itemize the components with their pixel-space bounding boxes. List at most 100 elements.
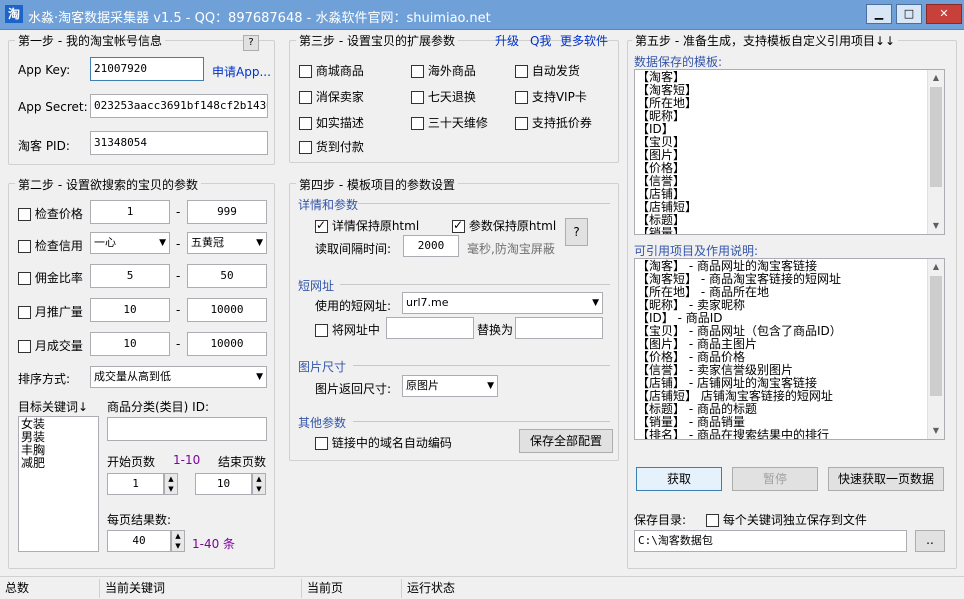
option-overseas-goods[interactable]: 海外商品 <box>411 62 476 79</box>
sort-select[interactable]: 成交量从高到低 ▼ <box>90 366 267 388</box>
save-per-keyword-checkbox[interactable]: 每个关键词独立保存到文件 <box>706 511 867 528</box>
commission-max-input[interactable]: 50 <box>187 264 267 288</box>
scroll-thumb[interactable] <box>930 87 942 187</box>
replace-to-input[interactable] <box>515 317 603 339</box>
monthly-deal-checkbox[interactable]: 月成交量 <box>18 337 83 354</box>
check-price-checkbox[interactable]: 检查价格 <box>18 205 83 222</box>
status-total: 总数 <box>0 579 100 598</box>
scroll-thumb[interactable] <box>930 276 942 396</box>
commission-checkbox[interactable]: 佣金比率 <box>18 269 83 286</box>
contact-qq-link[interactable]: Q我 <box>530 32 551 49</box>
price-min-input[interactable]: 1 <box>90 200 170 224</box>
dash: - <box>176 337 181 351</box>
app-secret-input[interactable]: 023253aacc3691bf148cf2b14306c <box>90 94 268 118</box>
end-page-stepper[interactable]: ▲ ▼ <box>252 473 266 495</box>
template-textarea[interactable]: 【淘客】 【淘客短】 【所在地】 【昵称】 【ID】 【宝贝】 【图片】 【价格… <box>634 69 945 235</box>
refs-textarea[interactable]: 【淘客】 - 商品网址的淘宝客链接 【淘客短】 - 商品淘宝客链接的短网址 【所… <box>634 258 945 440</box>
end-page-label: 结束页数 <box>218 455 267 469</box>
option-auto-ship[interactable]: 自动发货 <box>515 62 580 79</box>
scroll-down-icon[interactable]: ▼ <box>928 423 944 439</box>
divider <box>353 365 610 366</box>
title-bar[interactable]: 淘 水淼·淘客数据采集器 v1.5 - QQ：897687648 - 水淼软件官… <box>0 0 964 30</box>
step4-help-button[interactable]: ? <box>565 218 588 246</box>
list-item[interactable]: 减肥 <box>21 457 96 470</box>
image-size-select[interactable]: 原图片 ▼ <box>402 375 498 397</box>
browse-button[interactable]: .. <box>915 530 945 552</box>
start-page-stepper[interactable]: ▲ ▼ <box>164 473 178 495</box>
scroll-down-icon[interactable]: ▼ <box>928 218 944 234</box>
template-line: 【昵称】 <box>637 109 686 123</box>
other-section-title: 其他参数 <box>298 416 347 430</box>
monthly-promo-checkbox[interactable]: 月推广量 <box>18 303 83 320</box>
option-coupon[interactable]: 支持抵价券 <box>515 114 592 131</box>
category-input[interactable] <box>107 417 267 441</box>
status-run-state: 运行状态 <box>407 581 456 595</box>
template-scrollbar[interactable]: ▲ ▼ <box>927 70 944 234</box>
keywords-label: 目标关键词↓ <box>18 400 89 414</box>
pid-input[interactable]: 31348054 <box>90 131 268 155</box>
step5-legend: 第五步 - 准备生成，支持模板自定义引用项目↓↓ <box>632 32 899 49</box>
page-range-hint: 1-10 <box>173 453 201 467</box>
status-current-keyword: 当前关键词 <box>100 579 302 598</box>
short-url-select[interactable]: url7.me ▼ <box>402 292 603 314</box>
step4-legend: 第四步 - 模板项目的参数设置 <box>296 176 458 193</box>
close-button[interactable]: ✕ <box>926 4 962 24</box>
price-max-input[interactable]: 999 <box>187 200 267 224</box>
apply-app-link[interactable]: 申请App... <box>212 63 271 80</box>
option-vip-card[interactable]: 支持VIP卡 <box>515 88 587 105</box>
monthly-promo-min-input[interactable]: 10 <box>90 298 170 322</box>
save-all-config-button[interactable]: 保存全部配置 <box>519 429 613 453</box>
monthly-promo-max-input[interactable]: 10000 <box>187 298 267 322</box>
save-dir-input[interactable]: C:\淘客数据包 <box>634 530 907 552</box>
chevron-down-icon: ▼ <box>487 381 494 391</box>
monthly-deal-max-input[interactable]: 10000 <box>187 332 267 356</box>
option-thirty-day-repair[interactable]: 三十天维修 <box>411 114 488 131</box>
details-section-title: 详情和参数 <box>298 198 359 212</box>
per-page-input[interactable]: 40 <box>107 530 171 552</box>
fetch-button[interactable]: 获取 <box>636 467 722 491</box>
interval-input[interactable]: 2000 <box>403 235 459 257</box>
chevron-down-icon: ▼ <box>592 298 599 308</box>
refs-scrollbar[interactable]: ▲ ▼ <box>927 259 944 439</box>
short-url-label: 使用的短网址: <box>315 299 392 313</box>
scroll-up-icon[interactable]: ▲ <box>928 259 944 275</box>
commission-min-input[interactable]: 5 <box>90 264 170 288</box>
option-as-described[interactable]: 如实描述 <box>299 114 364 131</box>
keywords-list[interactable]: 女装 男装 丰胸 减肥 <box>18 416 99 552</box>
interval-label: 读取间隔时间: <box>315 242 392 256</box>
upgrade-link[interactable]: 升级 <box>495 32 519 49</box>
quick-fetch-button[interactable]: 快速获取一页数据 <box>828 467 944 491</box>
scroll-up-icon[interactable]: ▲ <box>928 70 944 86</box>
dash: - <box>176 205 181 219</box>
start-page-input[interactable]: 1 <box>107 473 164 495</box>
per-page-stepper[interactable]: ▲ ▼ <box>171 530 185 552</box>
app-secret-label: App Secret: <box>18 100 88 114</box>
minimize-button[interactable]: ▁ <box>866 4 892 24</box>
maximize-button[interactable]: □ <box>896 4 922 24</box>
option-mall-goods[interactable]: 商城商品 <box>299 62 364 79</box>
end-page-input[interactable]: 10 <box>195 473 252 495</box>
save-dir-label: 保存目录: <box>634 513 687 527</box>
monthly-deal-min-input[interactable]: 10 <box>90 332 170 356</box>
keep-param-html-checkbox[interactable]: 参数保持原html <box>452 217 556 234</box>
check-credit-checkbox[interactable]: 检查信用 <box>18 237 83 254</box>
replace-url-checkbox[interactable]: 将网址中 <box>315 321 380 338</box>
option-seven-day-return[interactable]: 七天退换 <box>411 88 476 105</box>
auto-encode-checkbox[interactable]: 链接中的域名自动编码 <box>315 434 452 451</box>
divider <box>358 203 610 204</box>
refs-label: 可引用项目及作用说明: <box>634 244 759 258</box>
credit-min-select[interactable]: 一心 ▼ <box>90 232 170 254</box>
credit-max-select[interactable]: 五黄冠 ▼ <box>187 232 267 254</box>
step1-help-button[interactable]: ? <box>243 35 259 51</box>
app-key-input[interactable]: 21007920 <box>90 57 204 81</box>
replace-from-input[interactable] <box>386 317 474 339</box>
option-consumer-protect[interactable]: 消保卖家 <box>299 88 364 105</box>
chevron-down-icon: ▼ <box>256 238 263 248</box>
keep-detail-html-checkbox[interactable]: 详情保持原html <box>315 217 419 234</box>
option-cash-on-delivery[interactable]: 货到付款 <box>299 138 364 155</box>
pause-button[interactable]: 暂停 <box>732 467 818 491</box>
chevron-down-icon: ▼ <box>256 372 263 382</box>
per-page-label: 每页结果数: <box>107 513 172 527</box>
sort-label: 排序方式: <box>18 372 71 386</box>
more-software-link[interactable]: 更多软件 <box>560 32 608 49</box>
